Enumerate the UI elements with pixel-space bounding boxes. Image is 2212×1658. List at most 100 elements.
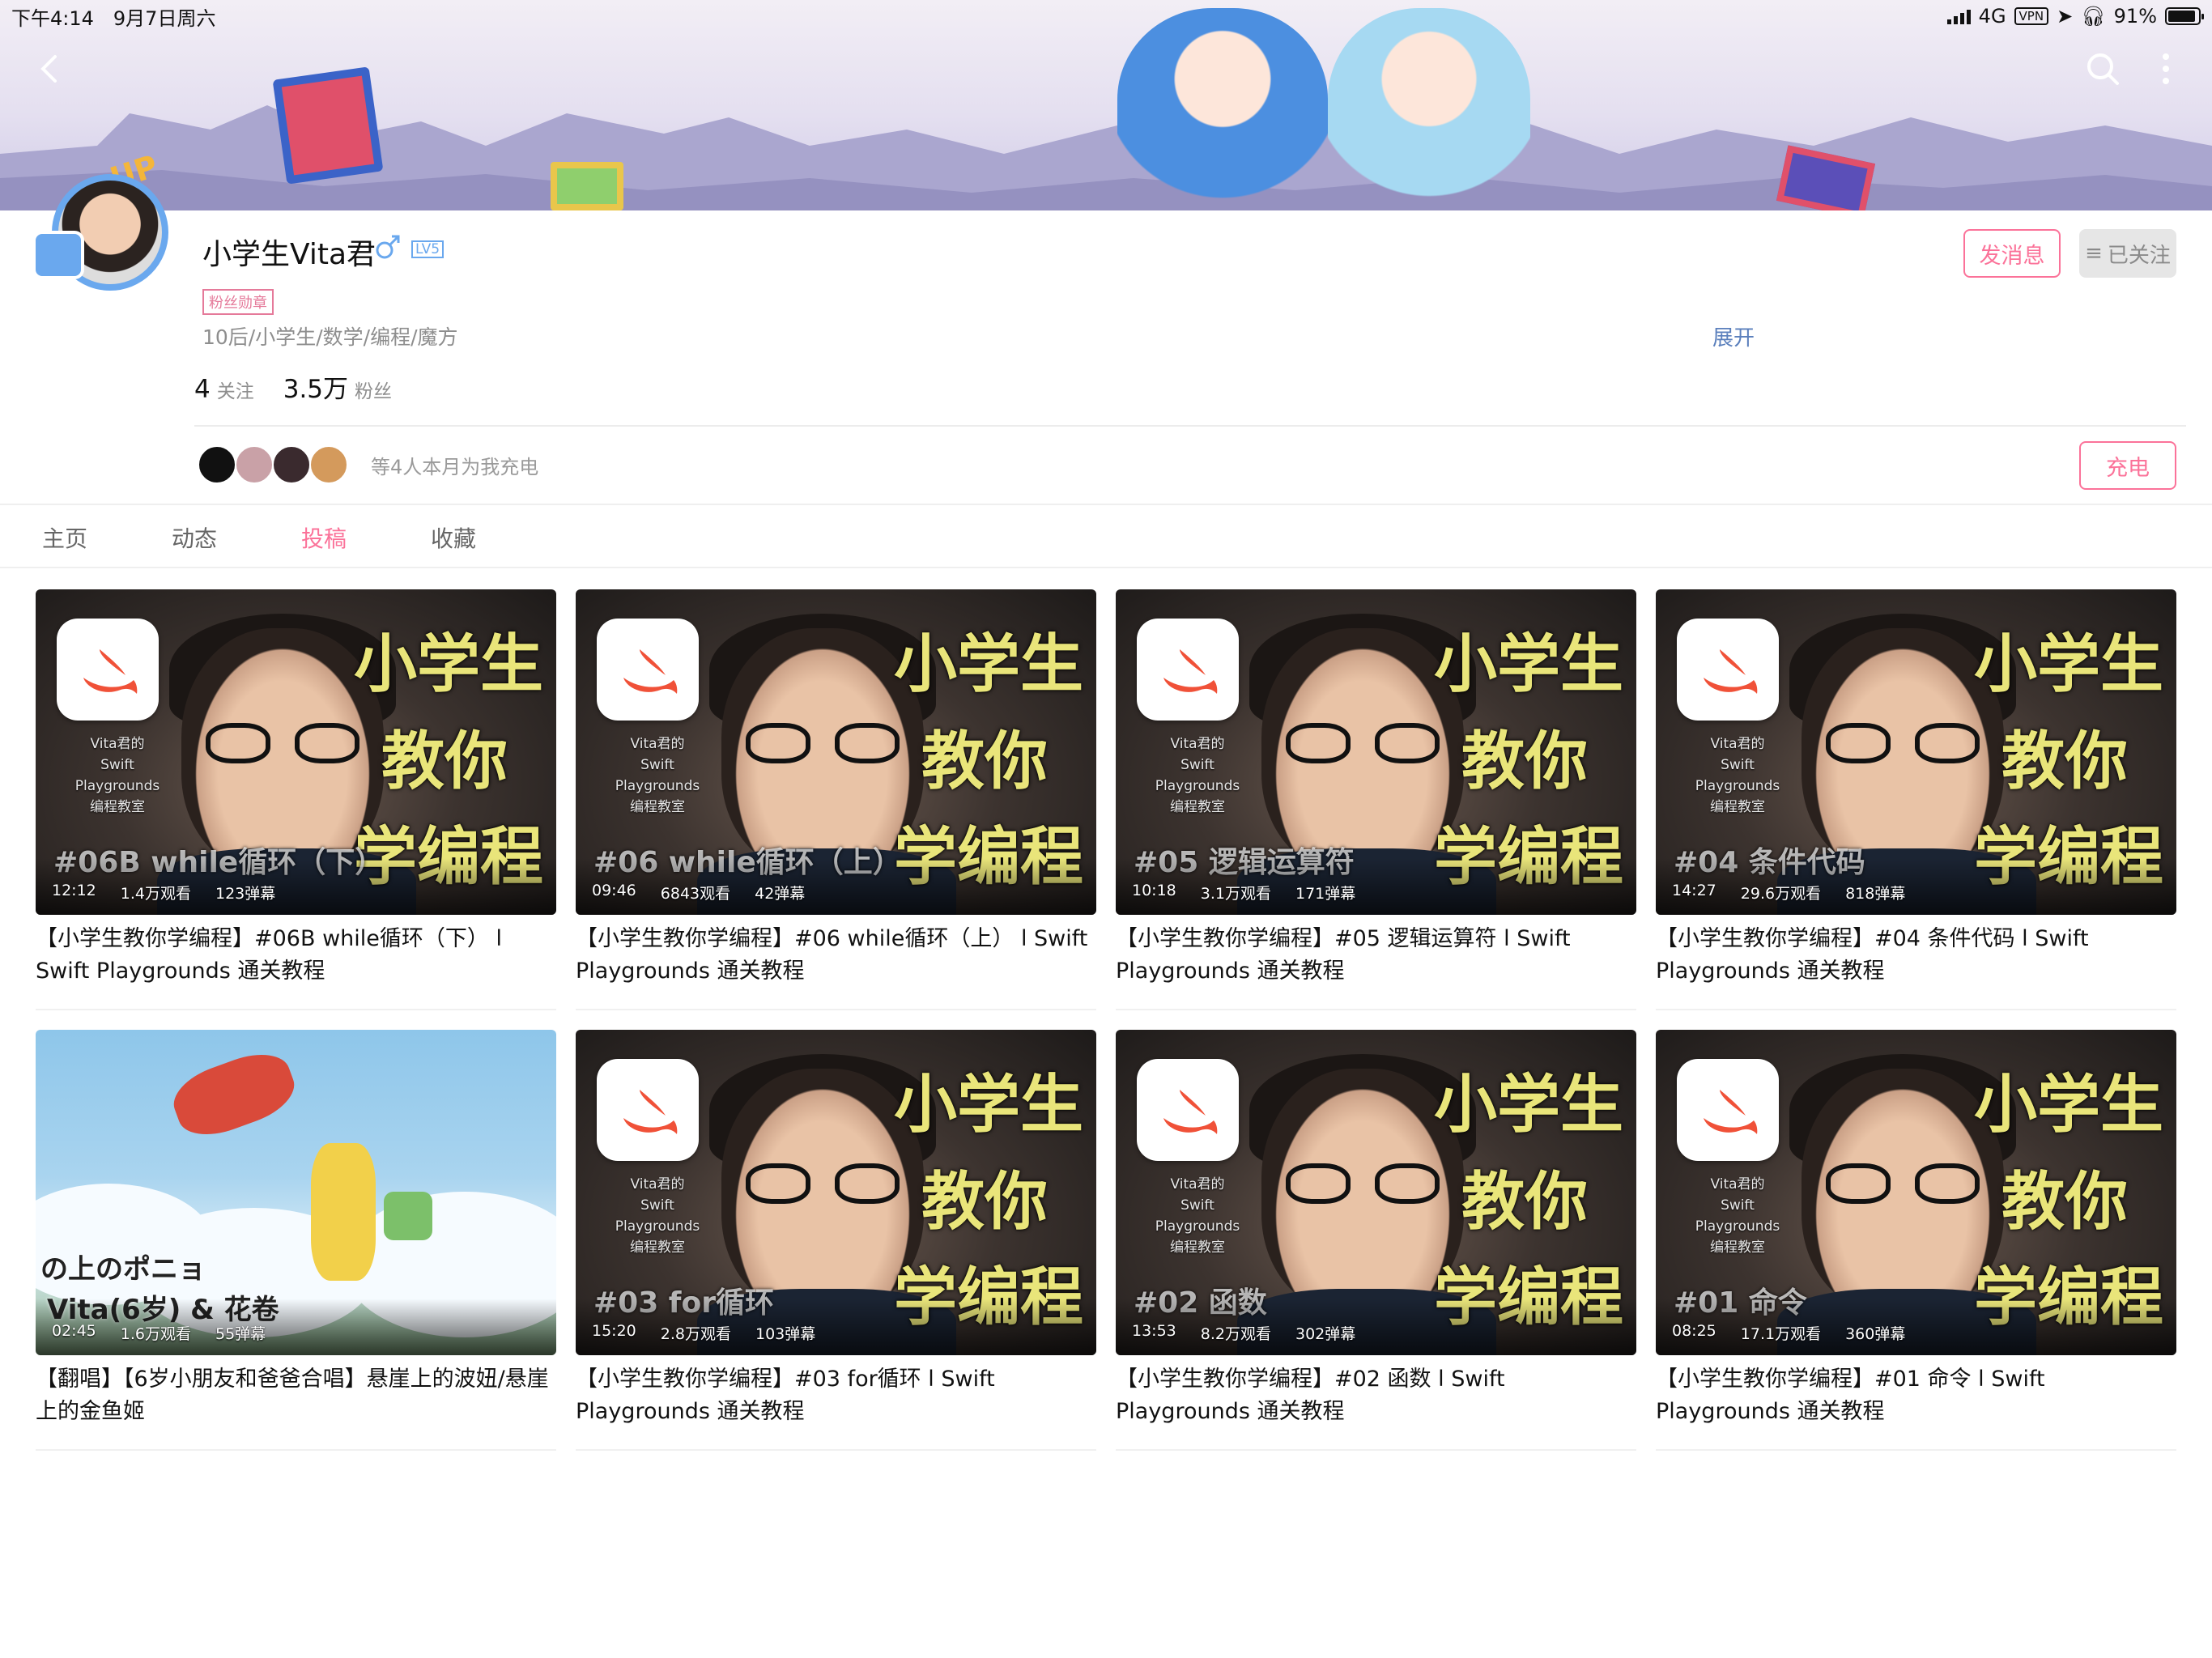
video-thumbnail[interactable]: Vita君的Swift Playgrounds编程教室 小学生 教你 学编程 #… <box>36 589 556 915</box>
charger-list[interactable]: 等4人本月为我充电 <box>198 445 539 484</box>
thumb-caption: Vita君的 Swift Playgrounds 编程教室 <box>74 736 160 815</box>
video-thumbnail[interactable]: Vita君的Swift Playgrounds编程教室 小学生 教你 学编程 #… <box>576 1030 1096 1355</box>
following-count[interactable]: 4 <box>194 375 211 404</box>
video-meta: 09:46 6843观看 42弹幕 <box>592 882 805 903</box>
profile-bio: 10后/小学生/数学/编程/魔方 <box>202 325 458 349</box>
location-icon: ➤ <box>2057 5 2074 28</box>
thumb-title-line2: 教你 <box>921 1166 1048 1239</box>
profile-tabs: 主页 动态 投稿 收藏 <box>0 504 2212 568</box>
charger-avatar <box>272 445 311 484</box>
fans-label[interactable]: 粉丝 <box>355 376 392 403</box>
video-danmaku: 123弹幕 <box>215 885 276 903</box>
video-views: 8.2万观看 <box>1200 1325 1271 1343</box>
anime-character-right <box>1328 8 1530 210</box>
headphones-icon: 🎧︎ <box>2081 5 2106 28</box>
thumb-title-line2: 教你 <box>2001 1166 2128 1239</box>
video-title[interactable]: 【小学生教你学编程】#02 函数 l Swift Playgrounds 通关教… <box>1116 1363 1636 1428</box>
swift-logo-icon <box>1137 1059 1239 1161</box>
charge-summary: 等4人本月为我充电 <box>371 455 539 478</box>
tab-home[interactable]: 主页 <box>42 521 87 554</box>
level-badge: LV5 <box>411 240 445 258</box>
video-card[interactable]: Vita君的Swift Playgrounds编程教室 小学生 教你 学编程 #… <box>1656 1030 2176 1451</box>
swift-logo-icon <box>597 619 699 721</box>
thumb-title-line2: 教你 <box>381 725 508 798</box>
video-card[interactable]: Vita君的Swift Playgrounds编程教室 小学生 教你 学编程 #… <box>576 1030 1096 1451</box>
search-button[interactable] <box>2082 49 2123 89</box>
video-card[interactable]: の上のポニョ Vita(6岁) & 花卷 02:45 1.6万观看 55弹幕 【… <box>36 1030 556 1451</box>
send-message-button[interactable]: 发消息 <box>1963 229 2061 278</box>
profile-banner: 下午4:14 9月7日周六 4G VPN ➤ 🎧︎ 91% <box>0 0 2212 210</box>
video-card[interactable]: Vita君的Swift Playgrounds编程教室 小学生 教你 学编程 #… <box>1116 1030 1636 1451</box>
video-title[interactable]: 【小学生教你学编程】#06 while循环（上） l Swift Playgro… <box>576 923 1096 988</box>
video-views: 3.1万观看 <box>1200 885 1271 903</box>
fans-count[interactable]: 3.5万 <box>283 368 348 405</box>
video-card[interactable]: Vita君的Swift Playgrounds编程教室 小学生 教你 学编程 #… <box>36 589 556 1010</box>
expand-link[interactable]: 展开 <box>1712 321 1755 351</box>
charger-avatar <box>198 445 236 484</box>
anime-girl <box>165 1043 303 1146</box>
video-thumbnail[interactable]: Vita君的Swift Playgrounds编程教室 小学生 教你 学编程 #… <box>1116 589 1636 915</box>
thumb-caption: Vita君的 Swift Playgrounds 编程教室 <box>1155 1176 1240 1256</box>
vpn-badge: VPN <box>2014 7 2049 25</box>
video-views: 17.1万观看 <box>1740 1325 1822 1343</box>
battery-icon <box>2165 7 2204 25</box>
thumb-caption: Vita君的 Swift Playgrounds 编程教室 <box>1695 1176 1780 1256</box>
video-card[interactable]: Vita君的Swift Playgrounds编程教室 小学生 教你 学编程 #… <box>1116 589 1636 1010</box>
green-bucket <box>384 1192 432 1240</box>
video-card[interactable]: Vita君的Swift Playgrounds编程教室 小学生 教你 学编程 #… <box>576 589 1096 1010</box>
thumb-title-line1: 小学生 <box>353 628 543 701</box>
thumb-title-line1: 小学生 <box>893 628 1083 701</box>
followed-button[interactable]: ≡ 已关注 <box>2079 229 2176 278</box>
tab-uploads[interactable]: 投稿 <box>301 521 347 554</box>
charge-button[interactable]: 充电 <box>2079 441 2176 490</box>
back-button[interactable] <box>28 49 69 89</box>
tab-favorites[interactable]: 收藏 <box>431 521 476 554</box>
thumb-title-line1: 小学生 <box>1973 628 2163 701</box>
video-duration: 10:18 <box>1132 882 1176 899</box>
video-title[interactable]: 【小学生教你学编程】#06B while循环（下） l Swift Playgr… <box>36 923 556 988</box>
following-label[interactable]: 关注 <box>217 376 254 403</box>
battery-percent: 91% <box>2113 5 2157 28</box>
thumb-title-line1: 小学生 <box>1973 1069 2163 1141</box>
more-vertical-icon <box>2163 53 2169 84</box>
video-thumbnail[interactable]: Vita君的Swift Playgrounds编程教室 小学生 教你 学编程 #… <box>1656 1030 2176 1355</box>
video-thumbnail[interactable]: Vita君的Swift Playgrounds编程教室 小学生 教你 学编程 #… <box>1116 1030 1636 1355</box>
video-title[interactable]: 【小学生教你学编程】#05 逻辑运算符 l Swift Playgrounds … <box>1116 923 1636 988</box>
video-danmaku: 360弹幕 <box>1845 1325 1906 1343</box>
video-meta: 02:45 1.6万观看 55弹幕 <box>52 1322 266 1344</box>
video-title[interactable]: 【小学生教你学编程】#01 命令 l Swift Playgrounds 通关教… <box>1656 1363 2176 1428</box>
video-views: 29.6万观看 <box>1740 885 1822 903</box>
video-thumbnail[interactable]: Vita君的Swift Playgrounds编程教室 小学生 教你 学编程 #… <box>576 589 1096 915</box>
video-views: 2.8万观看 <box>660 1325 731 1343</box>
video-meta: 15:20 2.8万观看 103弹幕 <box>592 1322 815 1344</box>
menu-icon: ≡ <box>2085 241 2103 266</box>
thumb-title-line1: 小学生 <box>1433 628 1623 701</box>
followed-label: 已关注 <box>2107 243 2171 268</box>
video-views: 1.4万观看 <box>120 885 191 903</box>
video-title[interactable]: 【小学生教你学编程】#03 for循环 l Swift Playgrounds … <box>576 1363 1096 1428</box>
video-danmaku: 42弹幕 <box>755 885 806 903</box>
charger-avatar <box>309 445 348 484</box>
video-title[interactable]: 【小学生教你学编程】#04 条件代码 l Swift Playgrounds 通… <box>1656 923 2176 988</box>
video-title[interactable]: 【翻唱】【6岁小朋友和爸爸合唱】悬崖上的波妞/悬崖上的金鱼姬 <box>36 1363 556 1428</box>
video-danmaku: 103弹幕 <box>755 1325 816 1343</box>
swift-logo-icon <box>597 1059 699 1161</box>
video-meta: 13:53 8.2万观看 302弹幕 <box>1132 1322 1355 1344</box>
thumb-caption: Vita君的 Swift Playgrounds 编程教室 <box>615 1176 700 1256</box>
anime-character-left <box>1117 8 1328 210</box>
video-thumbnail[interactable]: Vita君的Swift Playgrounds编程教室 小学生 教你 学编程 #… <box>1656 589 2176 915</box>
avatar-container[interactable]: UP <box>32 142 178 291</box>
chevron-left-icon <box>40 55 57 83</box>
video-duration: 13:53 <box>1132 1322 1176 1340</box>
tab-dynamic[interactable]: 动态 <box>172 521 217 554</box>
video-card[interactable]: Vita君的Swift Playgrounds编程教室 小学生 教你 学编程 #… <box>1656 589 2176 1010</box>
thumb-title-line2: 教你 <box>2001 725 2128 798</box>
fans-medal-badge[interactable]: 粉丝勋章 <box>202 289 274 315</box>
more-button[interactable] <box>2146 49 2186 89</box>
male-gender-icon <box>376 235 400 259</box>
search-icon <box>2087 53 2119 85</box>
video-thumbnail[interactable]: の上のポニョ Vita(6岁) & 花卷 02:45 1.6万观看 55弹幕 <box>36 1030 556 1355</box>
gift-box-icon <box>551 162 623 210</box>
thumb-title-line2: 教你 <box>921 725 1048 798</box>
video-duration: 12:12 <box>52 882 96 899</box>
